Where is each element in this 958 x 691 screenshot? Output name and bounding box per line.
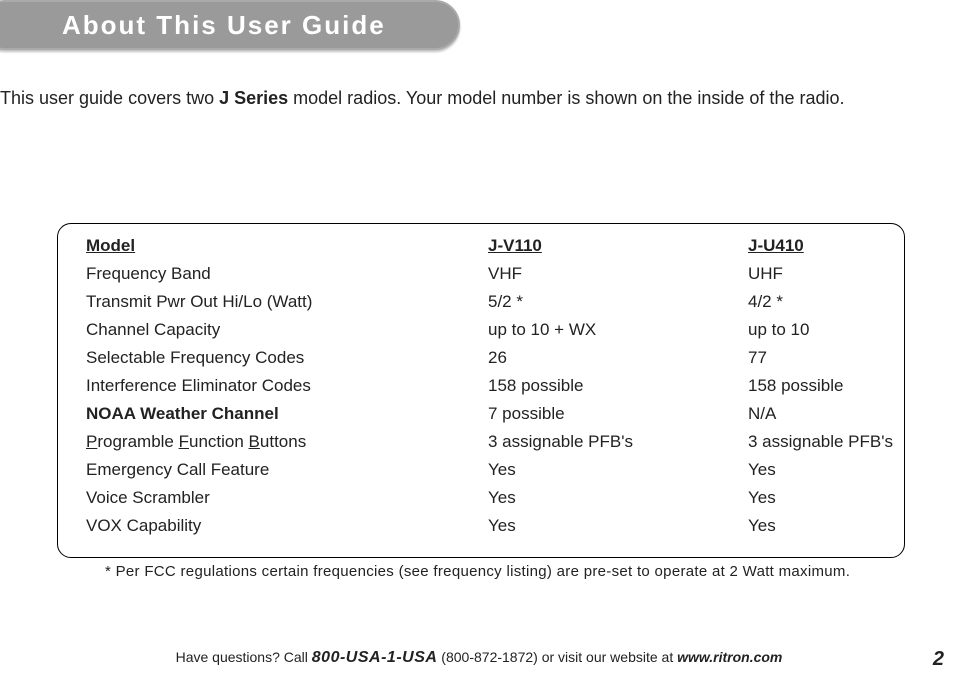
row-label: Emergency Call Feature — [58, 456, 488, 484]
header-col-b: J-U410 — [748, 232, 904, 260]
footer-phone-paren: (800-872-1872) or visit our website at — [437, 649, 677, 665]
table-row: Interference Eliminator Codes158 possibl… — [58, 372, 904, 400]
table-row: Transmit Pwr Out Hi/Lo (Watt)5/2 *4/2 * — [58, 288, 904, 316]
table-row: Programble Function Buttons3 assignable … — [58, 428, 904, 456]
footer-prefix: Have questions? Call — [176, 649, 312, 665]
header-col-a: J-V110 — [488, 232, 748, 260]
table-row: NOAA Weather Channel7 possibleN/A — [58, 400, 904, 428]
row-col-a: 3 assignable PFB's — [488, 428, 748, 456]
row-col-a: 5/2 * — [488, 288, 748, 316]
row-col-a: 26 — [488, 344, 748, 372]
row-col-a: 7 possible — [488, 400, 748, 428]
row-col-b: UHF — [748, 260, 904, 288]
row-col-a: Yes — [488, 484, 748, 512]
row-col-a: VHF — [488, 260, 748, 288]
row-label: NOAA Weather Channel — [58, 400, 488, 428]
row-label: Programble Function Buttons — [58, 428, 488, 456]
row-col-b: Yes — [748, 456, 904, 484]
intro-bold: J Series — [219, 88, 288, 108]
section-title: About This User Guide — [62, 10, 386, 41]
row-col-b: 77 — [748, 344, 904, 372]
footer: Have questions? Call 800-USA-1-USA (800-… — [0, 649, 958, 667]
row-col-b: N/A — [748, 400, 904, 428]
row-label: VOX Capability — [58, 512, 488, 540]
section-title-pill: About This User Guide — [0, 0, 460, 50]
row-col-a: Yes — [488, 512, 748, 540]
row-label: Channel Capacity — [58, 316, 488, 344]
row-col-a: up to 10 + WX — [488, 316, 748, 344]
footnote: * Per FCC regulations certain frequencie… — [105, 563, 850, 580]
row-col-b: Yes — [748, 484, 904, 512]
row-col-a: 158 possible — [488, 372, 748, 400]
table-row: Channel Capacityup to 10 + WXup to 10 — [58, 316, 904, 344]
spec-table: Model J-V110 J-U410 Frequency BandVHFUHF… — [57, 223, 905, 558]
row-col-b: up to 10 — [748, 316, 904, 344]
page-number: 2 — [933, 648, 944, 671]
table-header-row: Model J-V110 J-U410 — [58, 232, 904, 260]
intro-suffix: model radios. Your model number is shown… — [288, 88, 844, 108]
row-label: Selectable Frequency Codes — [58, 344, 488, 372]
table-row: Voice ScramblerYesYes — [58, 484, 904, 512]
table-row: VOX CapabilityYesYes — [58, 512, 904, 540]
row-col-a: Yes — [488, 456, 748, 484]
row-label: Transmit Pwr Out Hi/Lo (Watt) — [58, 288, 488, 316]
row-label: Voice Scrambler — [58, 484, 488, 512]
row-label: Frequency Band — [58, 260, 488, 288]
row-col-b: 3 assignable PFB's — [748, 428, 904, 456]
intro-prefix: This user guide covers two — [0, 88, 219, 108]
row-label: Interference Eliminator Codes — [58, 372, 488, 400]
footer-phone-vanity: 800-USA-1-USA — [312, 649, 438, 666]
table-row: Frequency BandVHFUHF — [58, 260, 904, 288]
header-label: Model — [58, 232, 488, 260]
table-row: Emergency Call FeatureYesYes — [58, 456, 904, 484]
intro-paragraph: This user guide covers two J Series mode… — [0, 88, 845, 109]
row-col-b: 4/2 * — [748, 288, 904, 316]
footer-site: www.ritron.com — [677, 649, 782, 665]
table-row: Selectable Frequency Codes2677 — [58, 344, 904, 372]
row-col-b: Yes — [748, 512, 904, 540]
row-col-b: 158 possible — [748, 372, 904, 400]
